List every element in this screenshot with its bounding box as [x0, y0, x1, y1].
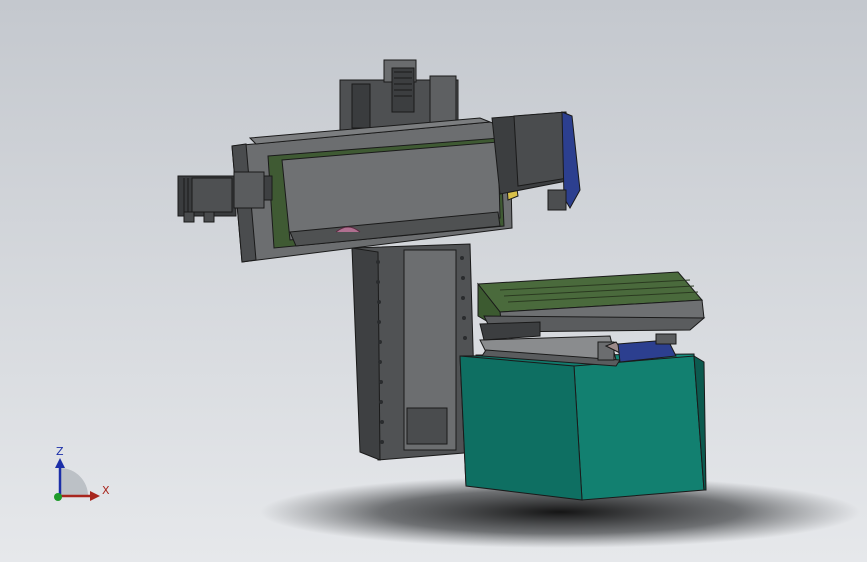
model-view[interactable]: Z X	[0, 0, 867, 562]
y-axis-dot	[54, 493, 62, 501]
teal-base[interactable]	[459, 353, 707, 501]
x-axis-label: X	[102, 484, 110, 497]
graphics-viewport[interactable]: Z X	[0, 0, 867, 562]
z-axis-label: Z	[56, 445, 64, 458]
work-table[interactable]	[477, 271, 706, 341]
